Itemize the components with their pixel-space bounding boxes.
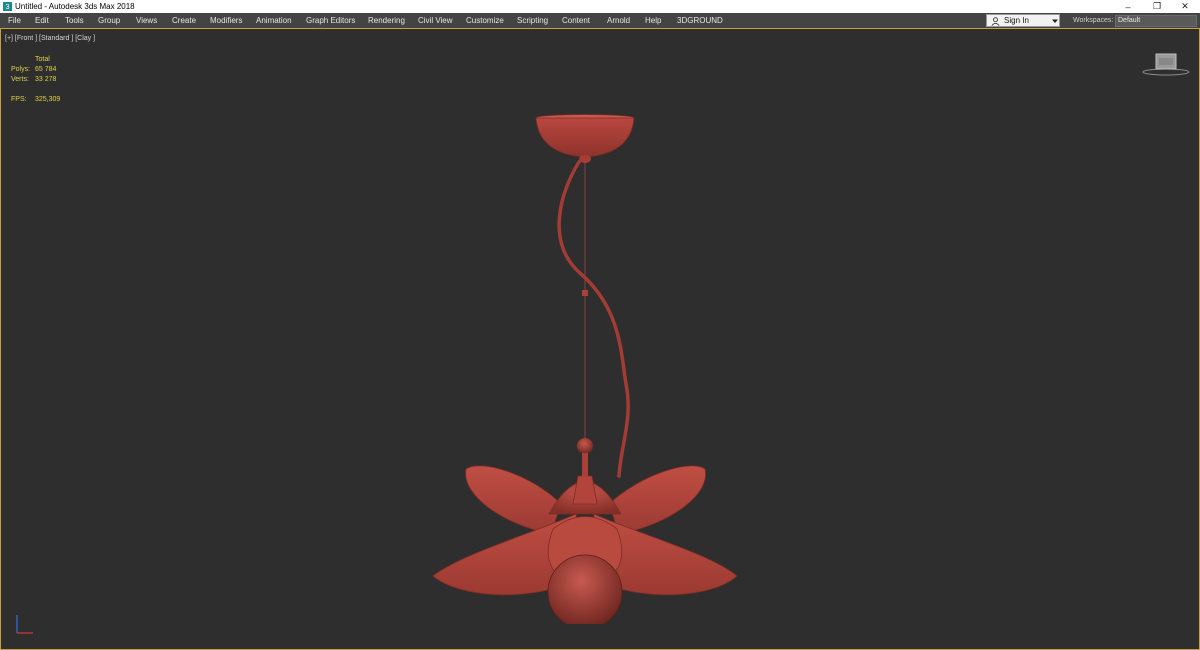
window-title: Untitled - Autodesk 3ds Max 2018 — [15, 2, 135, 11]
menu-arnold[interactable]: Arnold — [607, 13, 630, 28]
chevron-down-icon — [1052, 19, 1058, 23]
fps-value: 325,309 — [35, 96, 61, 103]
menu-file[interactable]: File — [8, 13, 21, 28]
menu-scripting[interactable]: Scripting — [517, 13, 548, 28]
restore-button[interactable]: ❐ — [1142, 0, 1172, 13]
menu-rendering[interactable]: Rendering — [368, 13, 405, 28]
verts-label: Verts: — [11, 76, 29, 83]
3dsmax-logo-icon: 3 — [3, 2, 12, 11]
menu-animation[interactable]: Animation — [256, 13, 292, 28]
workspaces-value: Default — [1118, 17, 1141, 24]
menu-3dground[interactable]: 3DGROUND — [677, 13, 723, 28]
menu-create[interactable]: Create — [172, 13, 196, 28]
close-icon: ✕ — [1181, 1, 1189, 11]
menu-help[interactable]: Help — [645, 13, 661, 28]
title-bar: 3 Untitled - Autodesk 3ds Max 2018 – ❐ ✕ — [0, 0, 1200, 13]
polys-label: Polys: — [11, 66, 31, 73]
menu-civil-view[interactable]: Civil View — [418, 13, 453, 28]
close-button[interactable]: ✕ — [1170, 0, 1200, 13]
viewcube-icon[interactable] — [1141, 51, 1191, 81]
stats-header: Total — [35, 56, 50, 63]
viewport-label[interactable]: [+] [Front ] [Standard ] [Clay ] — [5, 35, 95, 42]
restore-icon: ❐ — [1152, 1, 1162, 11]
polys-value: 65 784 — [35, 66, 57, 73]
pendant-lamp-model[interactable] — [421, 84, 751, 624]
axis-tripod-icon — [16, 615, 33, 634]
front-viewport[interactable]: [+] [Front ] [Standard ] [Clay ] Total P… — [0, 28, 1200, 650]
fps-label: FPS: — [11, 96, 27, 103]
verts-value: 33 278 — [35, 76, 57, 83]
menu-tools[interactable]: Tools — [65, 13, 84, 28]
sign-in-dropdown[interactable]: Sign In — [986, 14, 1060, 27]
menu-views[interactable]: Views — [136, 13, 157, 28]
menu-customize[interactable]: Customize — [466, 13, 504, 28]
svg-text:3: 3 — [6, 2, 10, 11]
menu-graph-editors[interactable]: Graph Editors — [306, 13, 355, 28]
minimize-icon: – — [1125, 1, 1131, 12]
menu-content[interactable]: Content — [562, 13, 590, 28]
minimize-button[interactable]: – — [1113, 0, 1143, 13]
workspaces-label: Workspaces: — [1073, 17, 1114, 24]
menu-edit[interactable]: Edit — [35, 13, 49, 28]
menu-group[interactable]: Group — [98, 13, 120, 28]
user-icon — [991, 17, 1000, 26]
sign-in-label: Sign In — [1004, 16, 1029, 25]
menu-modifiers[interactable]: Modifiers — [210, 13, 242, 28]
workspaces-select[interactable]: Default — [1115, 15, 1197, 27]
